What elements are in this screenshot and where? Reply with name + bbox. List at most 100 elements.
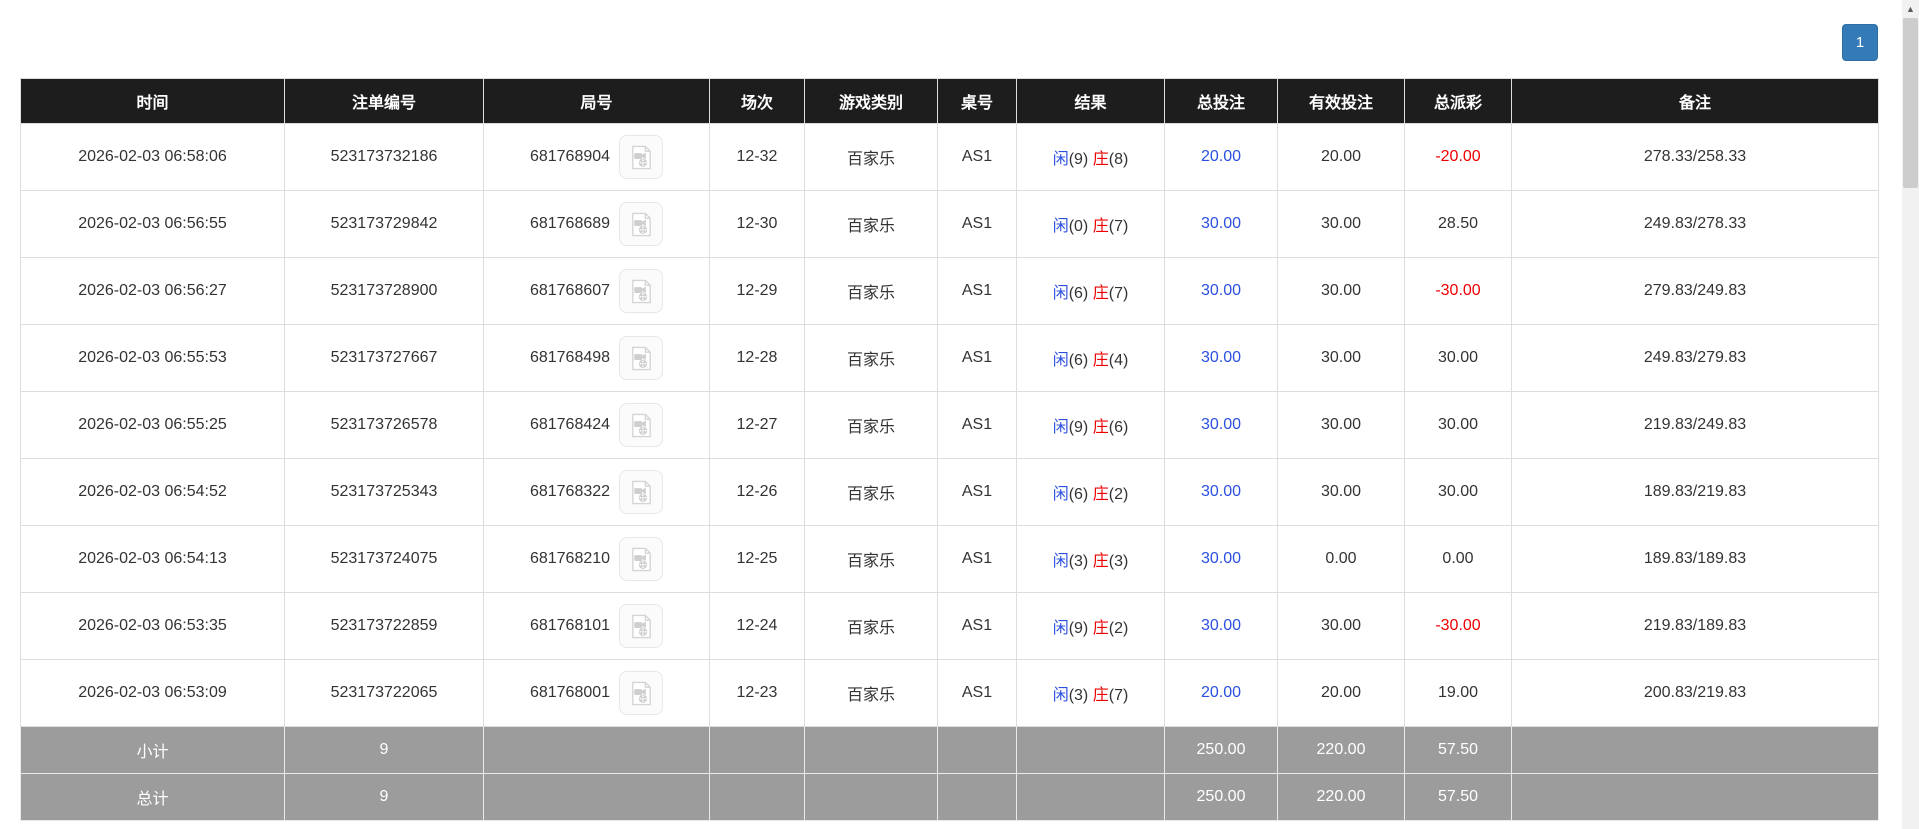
video-replay-button[interactable] bbox=[619, 135, 664, 179]
video-icon bbox=[628, 345, 655, 372]
result-banker-score: (7) bbox=[1108, 285, 1129, 302]
result-player-label: 闲 bbox=[1052, 486, 1069, 503]
payout-value: 0.00 bbox=[1442, 550, 1474, 567]
result-player-score: (6) bbox=[1068, 285, 1089, 302]
column-header-valid-bet: 有效投注 bbox=[1277, 78, 1405, 124]
cell-table-no: AS1 bbox=[937, 324, 1017, 392]
cell-valid-bet: 30.00 bbox=[1277, 257, 1405, 325]
cell-table-no: AS1 bbox=[937, 257, 1017, 325]
total-bet-link[interactable]: 30.00 bbox=[1201, 282, 1241, 299]
result-player-label: 闲 bbox=[1052, 419, 1069, 436]
result-player-label: 闲 bbox=[1052, 285, 1069, 302]
total-bet-link[interactable]: 30.00 bbox=[1201, 550, 1241, 567]
result-banker-score: (7) bbox=[1108, 687, 1129, 704]
total-bet-link[interactable]: 20.00 bbox=[1201, 148, 1241, 165]
video-replay-button[interactable] bbox=[619, 671, 664, 715]
cell-bet-id: 523173724075 bbox=[284, 525, 484, 593]
cell-bet-id: 523173725343 bbox=[284, 458, 484, 526]
cell-total-bet: 30.00 bbox=[1164, 592, 1278, 660]
payout-value: 28.50 bbox=[1437, 215, 1479, 232]
cell-result: 闲(3) 庄(7) bbox=[1016, 659, 1165, 727]
cell-remark: 200.83/219.83 bbox=[1511, 659, 1879, 727]
column-header-game-type: 游戏类别 bbox=[804, 78, 938, 124]
cell-payout: -20.00 bbox=[1404, 123, 1512, 191]
video-replay-button[interactable] bbox=[619, 269, 664, 313]
cell-game-type: 百家乐 bbox=[804, 324, 938, 392]
cell-time: 2026-02-03 06:55:53 bbox=[20, 324, 285, 392]
total-bet-link[interactable]: 30.00 bbox=[1201, 617, 1241, 634]
cell-total-bet: 30.00 bbox=[1164, 324, 1278, 392]
cell-payout: 28.50 bbox=[1404, 190, 1512, 258]
scroll-up-arrow-icon[interactable]: ▲ bbox=[1902, 0, 1919, 17]
cell-session: 12-27 bbox=[709, 391, 805, 459]
cell-result: 闲(9) 庄(8) bbox=[1016, 123, 1165, 191]
result-banker-label: 庄 bbox=[1092, 620, 1109, 637]
cell-bet-id: 523173722859 bbox=[284, 592, 484, 660]
total-bet-link[interactable]: 30.00 bbox=[1201, 215, 1241, 232]
total-count: 9 bbox=[284, 773, 484, 821]
video-replay-button[interactable] bbox=[619, 202, 664, 246]
total-empty-result bbox=[1016, 773, 1165, 821]
result-banker-label: 庄 bbox=[1092, 419, 1109, 436]
cell-table-no: AS1 bbox=[937, 123, 1017, 191]
result-banker-score: (2) bbox=[1108, 620, 1129, 637]
video-replay-button[interactable] bbox=[619, 403, 664, 447]
cell-total-bet: 30.00 bbox=[1164, 257, 1278, 325]
result-player-score: (9) bbox=[1068, 151, 1089, 168]
cell-bet-id: 523173726578 bbox=[284, 391, 484, 459]
subtotal-empty-result bbox=[1016, 726, 1165, 774]
video-replay-button[interactable] bbox=[619, 537, 664, 581]
total-bet-link[interactable]: 20.00 bbox=[1201, 684, 1241, 701]
cell-payout: 30.00 bbox=[1404, 391, 1512, 459]
total-row: 总计 9 250.00 220.00 57.50 bbox=[20, 773, 1879, 821]
cell-table-no: AS1 bbox=[937, 391, 1017, 459]
cell-result: 闲(6) 庄(7) bbox=[1016, 257, 1165, 325]
result-player-score: (9) bbox=[1068, 419, 1089, 436]
cell-valid-bet: 20.00 bbox=[1277, 659, 1405, 727]
video-icon bbox=[628, 479, 655, 506]
result-banker-score: (2) bbox=[1108, 486, 1129, 503]
video-icon bbox=[628, 144, 655, 171]
round-id-text: 681768424 bbox=[529, 416, 611, 433]
round-id-text: 681768498 bbox=[529, 349, 611, 366]
video-replay-button[interactable] bbox=[619, 470, 664, 514]
total-empty-remark bbox=[1511, 773, 1879, 821]
subtotal-empty-table-no bbox=[937, 726, 1017, 774]
cell-session: 12-30 bbox=[709, 190, 805, 258]
cell-time: 2026-02-03 06:53:35 bbox=[20, 592, 285, 660]
cell-remark: 278.33/258.33 bbox=[1511, 123, 1879, 191]
cell-round-id: 681768001 bbox=[483, 659, 710, 727]
total-empty-session bbox=[709, 773, 805, 821]
total-bet-link[interactable]: 30.00 bbox=[1201, 349, 1241, 366]
cell-result: 闲(6) 庄(2) bbox=[1016, 458, 1165, 526]
result-banker-label: 庄 bbox=[1092, 486, 1109, 503]
result-banker-label: 庄 bbox=[1092, 553, 1109, 570]
result-player-label: 闲 bbox=[1052, 151, 1069, 168]
result-player-score: (3) bbox=[1068, 687, 1089, 704]
payout-value: -30.00 bbox=[1435, 282, 1481, 299]
column-header-time: 时间 bbox=[20, 78, 285, 124]
video-icon bbox=[628, 546, 655, 573]
result-player-label: 闲 bbox=[1052, 553, 1069, 570]
subtotal-valid-bet: 220.00 bbox=[1277, 726, 1405, 774]
column-header-total-bet: 总投注 bbox=[1164, 78, 1278, 124]
cell-time: 2026-02-03 06:56:55 bbox=[20, 190, 285, 258]
result-player-score: (9) bbox=[1068, 620, 1089, 637]
subtotal-empty-remark bbox=[1511, 726, 1879, 774]
total-bet-link[interactable]: 30.00 bbox=[1201, 416, 1241, 433]
video-icon bbox=[628, 278, 655, 305]
vertical-scrollbar[interactable]: ▲ bbox=[1902, 0, 1919, 829]
total-bet-link[interactable]: 30.00 bbox=[1201, 483, 1241, 500]
video-replay-button[interactable] bbox=[619, 336, 664, 380]
cell-bet-id: 523173729842 bbox=[284, 190, 484, 258]
cell-valid-bet: 20.00 bbox=[1277, 123, 1405, 191]
subtotal-label: 小计 bbox=[20, 726, 285, 774]
result-banker-score: (6) bbox=[1108, 419, 1129, 436]
result-banker-score: (7) bbox=[1108, 218, 1129, 235]
video-replay-button[interactable] bbox=[619, 604, 664, 648]
scrollbar-thumb[interactable] bbox=[1903, 18, 1918, 188]
cell-remark: 249.83/278.33 bbox=[1511, 190, 1879, 258]
pagination-page-1-button[interactable]: 1 bbox=[1842, 24, 1878, 61]
round-id-text: 681768607 bbox=[529, 282, 611, 299]
cell-table-no: AS1 bbox=[937, 525, 1017, 593]
